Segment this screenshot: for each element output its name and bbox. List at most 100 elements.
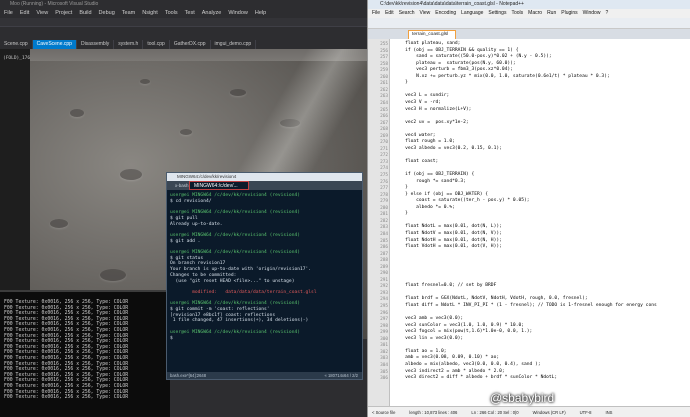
code-line: vec3 fogcol = mix(pow(t,1.6)*1.0e-0, 0.0… (394, 329, 533, 335)
npp-menu-item[interactable]: Language (461, 9, 483, 18)
npp-menu-item[interactable]: Settings (488, 9, 506, 18)
code-line: float coast; (394, 158, 439, 164)
npp-status-field: Windows (CR LF) (532, 410, 566, 415)
npp-menu-item[interactable]: ? (605, 9, 608, 18)
terminal-output[interactable]: user@ei MINGW64 /c/dev/kk/revision4 (rev… (170, 193, 360, 371)
line-number: 267 (380, 120, 388, 126)
npp-menu-item[interactable]: Edit (385, 9, 394, 18)
code-line: vec3 L = sundir; (394, 93, 450, 99)
terminal-tab-bar: x-bash MINGW64:/c/dev/... (167, 181, 362, 190)
vs-document-tab[interactable]: CaveScene.cpp (32, 40, 77, 49)
vs-menu-item[interactable]: Build (79, 9, 91, 18)
line-number: 293 (380, 290, 388, 296)
code-line: float fresnel=0.0; // set by BRDF (394, 283, 497, 289)
npp-toolbar (368, 18, 690, 29)
line-number: 266 (380, 114, 388, 120)
terminal-tab-bash[interactable]: x-bash (167, 181, 189, 190)
npp-status-bar: < Source file length : 10,873 lines : 406… (368, 406, 690, 417)
line-number: 277 (380, 186, 388, 192)
vs-menu-item[interactable]: File (4, 9, 13, 18)
code-line: float NdotH = max(0.01, dot(N, H)); (394, 237, 502, 243)
npp-menu-bar: File Edit Search View Encoding Language Settin… (368, 9, 690, 18)
code-line: vec3 amb = vec3(0.0); (394, 316, 464, 322)
vs-document-tab[interactable]: Scene.cpp (0, 40, 33, 49)
npp-menu-item[interactable]: File (372, 9, 380, 18)
code-line: float NdotV = max(0.01, dot(N, V)); (394, 230, 502, 236)
line-number: 270 (380, 140, 388, 146)
line-number: 274 (380, 166, 388, 172)
line-number: 276 (380, 179, 388, 185)
line-number: 275 (380, 173, 388, 178)
line-number: 265 (380, 107, 388, 113)
vs-menu-item[interactable]: Team (122, 9, 135, 18)
npp-menu-item[interactable]: Plugins (561, 9, 577, 18)
code-line: vec4 water; (394, 132, 436, 138)
vs-document-tab[interactable]: GatherDX.cpp (170, 40, 211, 49)
code-line: N.xz += perturb.yz * mix(0.0, 1.0, satur… (394, 73, 610, 79)
code-line: } (394, 211, 408, 217)
line-number: 295 (380, 304, 388, 309)
vs-document-tab[interactable]: imgui_demo.cpp (211, 40, 257, 49)
code-line: vec3 lin = vec3(0.0); (394, 335, 464, 341)
line-number: 263 (380, 94, 388, 100)
npp-tab-terrain-coast[interactable]: terrain_coast.glsl (408, 30, 456, 39)
line-number: 303 (380, 356, 388, 362)
git-bash-terminal[interactable]: MINGW64:/c/dev/kk/revision4 x-bash MINGW… (166, 172, 363, 380)
terminal-title-bar: MINGW64:/c/dev/kk/revision4 (167, 173, 362, 181)
terminal-tab-mingw[interactable]: MINGW64:/c/dev/... (189, 181, 249, 190)
code-line: albedo = mix(albedo, vec3(0.0, 0.0, 0.4)… (394, 361, 541, 367)
vs-menu-item[interactable]: View (36, 9, 48, 18)
line-number: 285 (380, 238, 388, 244)
npp-code-editor[interactable]: float plateau, sand; if (obj == OBJ_TERR… (390, 39, 690, 406)
npp-menu-item[interactable]: Window (583, 9, 601, 18)
npp-menu-item[interactable]: Encoding (435, 9, 456, 18)
line-number: 306 (380, 376, 388, 382)
line-number: 294 (380, 297, 388, 303)
vs-menu-item[interactable]: Test (185, 9, 195, 18)
npp-menu-item[interactable]: Run (547, 9, 556, 18)
vs-menu-item[interactable]: Tools (165, 9, 178, 18)
console-line: F00 Texture: 0x0016, 256 x 256, Type: CO… (4, 395, 129, 401)
code-line: sand = saturate((50.0-pos.y)*0.02 + (N.y… (394, 54, 552, 60)
watermark: @sbabybird (473, 389, 554, 407)
line-number: 288 (380, 258, 388, 264)
npp-menu-item[interactable]: Search (399, 9, 415, 18)
line-number: 260 (380, 74, 388, 80)
code-line: plateau = saturate(pos(N.y, 60.0)); (394, 60, 516, 66)
line-number: 264 (380, 100, 388, 106)
vs-menu-item[interactable]: Window (228, 9, 248, 18)
terminal-status-bar: bash.exe*[64]:2648 « 180714x64 / 2/2 (167, 372, 362, 379)
code-line: amb = vec3(0.08, 0.09, 0.10) * ao; (394, 355, 500, 361)
code-line: float ao = 1.0; (394, 348, 447, 354)
line-number: 289 (380, 264, 388, 270)
code-line: vec3 indirect2 = amb * albedo * 2.0; (394, 368, 505, 374)
vs-menu-item[interactable]: Edit (20, 9, 29, 18)
line-number: 287 (380, 251, 388, 257)
npp-menu-item[interactable]: Macro (528, 9, 542, 18)
line-number: 268 (380, 127, 388, 133)
npp-menu-item[interactable]: Tools (511, 9, 523, 18)
vs-menu-item[interactable]: Project (55, 9, 72, 18)
vs-document-tabs: Scene.cpp CaveScene.cpp Disassembly system.… (0, 40, 367, 49)
line-number: 259 (380, 68, 388, 74)
vs-toolbar (0, 18, 367, 27)
code-line: coast = saturate((ter_h - pos.y) * 0.05)… (394, 198, 530, 204)
code-line: float NdotL = max(0.01, dot(N, L)); (394, 224, 502, 230)
vs-menu-item[interactable]: Help (255, 9, 266, 18)
npp-menu-item[interactable]: View (420, 9, 431, 18)
code-line: rough *= sand*0.3; (394, 178, 466, 184)
debug-console-window: F00 Texture: 0x0016, 256 x 256, Type: CO… (0, 290, 170, 417)
vs-document-tab[interactable]: Disassembly (77, 40, 115, 49)
line-number: 305 (380, 369, 388, 375)
vs-menu-item[interactable]: Nsight (142, 9, 158, 18)
line-number: 255 (380, 42, 388, 47)
vs-document-tab[interactable]: system.h (114, 40, 144, 49)
vs-document-tab[interactable]: tool.cpp (143, 40, 170, 49)
npp-status-field: length : 10,873 lines : 406 (409, 410, 458, 415)
line-number: 272 (380, 153, 388, 159)
console-output: F00 Texture: 0x0016, 256 x 256, Type: CO… (4, 300, 164, 401)
vs-menu-item[interactable]: Analyze (202, 9, 222, 18)
vs-menu-item[interactable]: Debug (99, 9, 115, 18)
line-number: 278 (380, 192, 388, 198)
weibo-logo-icon (473, 392, 487, 404)
